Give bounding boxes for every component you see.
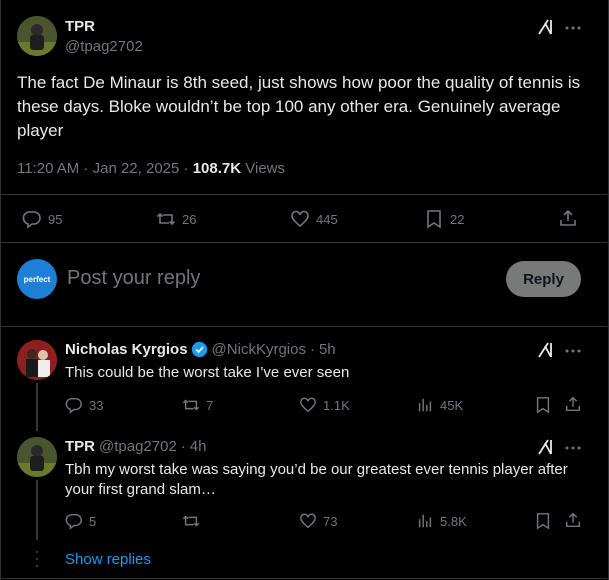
reply-icon	[22, 211, 41, 229]
divider	[0, 326, 607, 327]
reply-text: Tbh my worst take was saying you’d be ou…	[65, 461, 568, 498]
post-date[interactable]: Jan 22, 2025	[93, 160, 180, 177]
thread-line	[36, 480, 38, 540]
like-action[interactable]: 445	[290, 209, 338, 229]
user-avatar[interactable]: perfect	[17, 259, 57, 299]
reply-count: 5	[89, 513, 97, 529]
share-icon[interactable]	[564, 511, 582, 529]
like-action[interactable]: 1.1K	[299, 396, 350, 414]
share-icon[interactable]	[558, 208, 578, 228]
avatar[interactable]	[17, 340, 57, 380]
more-icon[interactable]	[564, 439, 582, 457]
heart-icon	[300, 513, 316, 529]
more-icon[interactable]	[564, 19, 582, 37]
views-chart-icon	[418, 514, 432, 528]
divider	[0, 194, 607, 195]
reply-action[interactable]: 95	[22, 209, 62, 229]
reply-icon	[65, 397, 82, 414]
avatar[interactable]	[17, 437, 57, 477]
views-count: 108.7K	[192, 160, 242, 177]
avatar[interactable]	[17, 16, 57, 56]
repost-count: 7	[206, 397, 214, 413]
author-handle[interactable]: @tpag2702	[65, 38, 143, 55]
grok-icon[interactable]	[536, 340, 556, 360]
show-replies-link[interactable]: Show replies	[65, 551, 151, 568]
views-action[interactable]: 45K	[416, 396, 463, 414]
grok-icon[interactable]	[536, 437, 556, 457]
bookmark-icon[interactable]	[534, 396, 552, 414]
repost-icon	[182, 515, 200, 527]
reply-button[interactable]: Reply	[506, 261, 581, 297]
reply-header: Nicholas Kyrgios @NickKyrgios · 5h	[65, 341, 336, 358]
post-time[interactable]: 4h	[190, 438, 207, 455]
share-icon[interactable]	[564, 395, 582, 413]
views-label: Views	[245, 160, 285, 177]
reply-text: This could be the worst take I’ve ever s…	[65, 364, 350, 381]
views-chart-icon	[418, 398, 432, 412]
bookmark-icon	[427, 210, 441, 229]
more-icon[interactable]	[564, 342, 582, 360]
post-time[interactable]: 11:20 AM	[17, 160, 79, 177]
views-count: 45K	[440, 397, 464, 413]
reply-action[interactable]: 5	[65, 512, 96, 530]
bookmark-action[interactable]: 22	[424, 209, 464, 229]
grok-icon[interactable]	[536, 17, 556, 37]
reply-icon	[65, 513, 82, 530]
post-time[interactable]: 5h	[319, 341, 336, 358]
like-count: 1.1K	[323, 397, 350, 413]
heart-icon	[291, 210, 309, 228]
show-replies-dots-icon	[35, 549, 39, 569]
like-count: 445	[316, 211, 338, 227]
reply-count: 95	[48, 211, 63, 227]
author-name[interactable]: Nicholas Kyrgios	[65, 341, 188, 358]
like-action[interactable]: 73	[299, 512, 337, 530]
repost-icon	[156, 212, 176, 226]
repost-icon	[182, 399, 200, 411]
reply-action[interactable]: 33	[65, 396, 103, 414]
bookmark-count: 22	[450, 211, 465, 227]
author-name[interactable]: TPR	[65, 438, 95, 455]
repost-count: 26	[182, 211, 197, 227]
author-name[interactable]: TPR	[65, 18, 95, 35]
avatar-logo-text: perfect	[23, 274, 51, 284]
repost-action[interactable]	[182, 512, 206, 530]
verified-badge-icon	[191, 341, 207, 358]
repost-action[interactable]: 26	[156, 209, 196, 229]
bookmark-icon[interactable]	[534, 512, 552, 530]
thread-line	[36, 383, 38, 431]
post-text: The fact De Minaur is 8th seed, just sho…	[17, 73, 581, 140]
reply-count: 33	[89, 397, 104, 413]
views-count: 5.8K	[440, 513, 467, 529]
heart-icon	[300, 397, 316, 413]
views-action[interactable]: 5.8K	[416, 512, 467, 530]
like-count: 73	[323, 513, 338, 529]
post-meta: 11:20 AM · Jan 22, 2025 · 108.7K Views	[17, 160, 285, 177]
divider	[0, 242, 607, 243]
author-handle[interactable]: @tpag2702	[99, 438, 177, 455]
reply-header: TPR @tpag2702 · 4h	[65, 438, 207, 455]
author-handle[interactable]: @NickKyrgios	[212, 341, 306, 358]
divider	[0, 578, 607, 579]
repost-action[interactable]: 7	[182, 396, 213, 414]
reply-input[interactable]: Post your reply	[67, 267, 200, 290]
